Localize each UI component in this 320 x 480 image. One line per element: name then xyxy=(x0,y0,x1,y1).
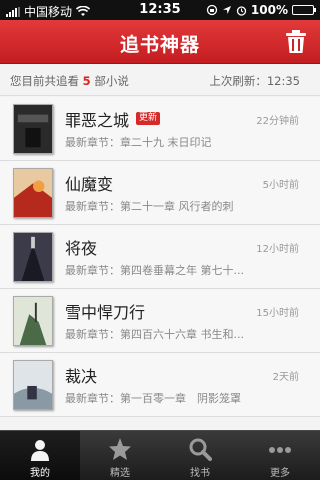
star-icon xyxy=(109,438,131,460)
latest-chapter: 最新章节：第四卷垂幕之年 第七十... xyxy=(65,264,244,277)
search-icon xyxy=(189,438,212,461)
update-time: 12小时前 xyxy=(256,244,299,255)
summary-prefix: 您目前共追看 xyxy=(10,74,79,88)
tab-label: 更多 xyxy=(270,468,290,479)
update-time: 22分钟前 xyxy=(256,116,299,127)
update-time: 5小时前 xyxy=(262,180,299,191)
tab-label: 我的 xyxy=(30,468,50,479)
location-icon xyxy=(222,6,231,14)
book-count: 5 xyxy=(82,74,91,88)
latest-chapter: 最新章节：第一百零一章 阴影笼罩 xyxy=(65,392,241,405)
update-badge: 更新 xyxy=(136,112,161,125)
page-title: 追书神器 xyxy=(119,34,200,56)
book-cover xyxy=(13,232,53,282)
summary-suffix: 部小说 xyxy=(94,74,129,88)
status-bar: 中国移动 12:35 100% xyxy=(0,0,320,20)
book-title: 将夜 xyxy=(65,239,98,258)
book-title: 罪恶之城 xyxy=(65,111,130,130)
tab-label: 精选 xyxy=(110,468,130,479)
update-time: 15小时前 xyxy=(256,308,299,319)
book-title: 雪中悍刀行 xyxy=(65,303,146,322)
book-cover xyxy=(13,360,53,410)
book-list: 罪恶之城 更新 22分钟前 最新章节：章二十九 末日印记 仙魔变 5小时前 最新… xyxy=(0,97,320,430)
update-time: 2天前 xyxy=(272,372,299,383)
summary-bar: 您目前共追看 5 部小说 上次刷新：12:35 xyxy=(0,64,320,96)
book-row[interactable]: 将夜 12小时前 最新章节：第四卷垂幕之年 第七十... xyxy=(0,225,320,289)
battery-percent: 100% xyxy=(250,3,288,17)
book-row[interactable]: 罪恶之城 更新 22分钟前 最新章节：章二十九 末日印记 xyxy=(0,97,320,161)
latest-chapter: 最新章节：章二十九 末日印记 xyxy=(65,136,212,149)
nav-bar: 追书神器 xyxy=(0,20,320,64)
book-cover xyxy=(13,168,53,218)
tab-find[interactable]: 找书 xyxy=(160,431,240,480)
status-right-group: 100% xyxy=(206,3,316,17)
book-title: 裁决 xyxy=(65,367,98,386)
delete-button[interactable] xyxy=(284,29,308,55)
book-cover-image xyxy=(14,105,52,153)
tab-featured[interactable]: 精选 xyxy=(80,431,160,480)
latest-chapter: 最新章节：第二十一章 风行者的刺 xyxy=(65,200,234,213)
book-cover-image xyxy=(14,297,52,345)
battery-icon xyxy=(292,5,316,15)
tab-more[interactable]: 更多 xyxy=(240,431,320,480)
book-cover-image xyxy=(14,233,52,281)
book-row[interactable]: 仙魔变 5小时前 最新章节：第二十一章 风行者的刺 xyxy=(0,161,320,225)
tab-bar: 我的 精选 找书 更多 xyxy=(0,430,320,480)
trash-icon xyxy=(286,30,306,53)
book-cover xyxy=(13,104,53,154)
latest-chapter: 最新章节：第四百六十六章 书生和... xyxy=(65,328,244,341)
person-icon xyxy=(31,440,49,461)
book-cover-image xyxy=(14,169,52,217)
book-row[interactable]: 雪中悍刀行 15小时前 最新章节：第四百六十六章 书生和... xyxy=(0,289,320,353)
tracking-summary: 您目前共追看 5 部小说 xyxy=(10,73,129,89)
book-title: 仙魔变 xyxy=(65,175,114,194)
tab-mine[interactable]: 我的 xyxy=(0,431,80,480)
book-cover-image xyxy=(14,361,52,409)
rotation-lock-icon xyxy=(206,4,218,16)
more-icon xyxy=(269,447,291,453)
tab-label: 找书 xyxy=(190,468,210,479)
last-refresh: 上次刷新：12:35 xyxy=(209,74,300,88)
alarm-icon xyxy=(236,5,247,16)
book-cover xyxy=(13,296,53,346)
book-row[interactable]: 裁决 2天前 最新章节：第一百零一章 阴影笼罩 xyxy=(0,353,320,417)
